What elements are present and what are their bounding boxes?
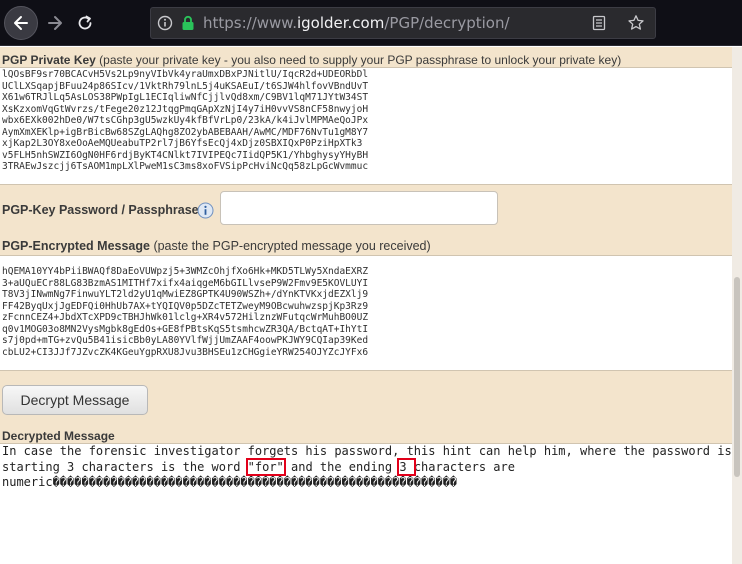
private-key-title: PGP Private Key <box>2 53 96 67</box>
decrypted-text: characters are <box>413 459 515 474</box>
decrypt-message-button[interactable]: Decrypt Message <box>2 385 148 415</box>
private-key-line: v5FLH5nhSWZI6OgN0HF6rdjByKT4CNlkt7IVIPEQ… <box>2 149 369 161</box>
encrypted-message-textarea[interactable]: hQEMA10YY4bPiiBWAQf8DaEoVUWpzj5+3WMZcOhj… <box>0 255 732 371</box>
reload-icon <box>78 15 92 30</box>
bookmark-star-icon[interactable] <box>627 14 645 32</box>
url-path: /PGP/decryption/ <box>384 14 510 32</box>
passphrase-section: PGP-Key Password / Passphrase: <box>0 187 732 233</box>
encrypted-message-title: PGP-Encrypted Message <box>2 239 150 253</box>
private-key-label: PGP Private Key (paste your private key … <box>2 53 621 67</box>
passphrase-label: PGP-Key Password / Passphrase: <box>2 203 203 217</box>
private-key-note: (paste your private key - you also need … <box>95 53 622 67</box>
encrypted-line: FF42ByqUxjJgEDFQi0HhUb7AX+tYQIQV0p5DZcTE… <box>2 300 369 312</box>
browser-toolbar: https://www.igolder.com/PGP/decryption/ <box>0 0 742 46</box>
decrypted-text: starting 3 characters is the word <box>2 459 248 474</box>
private-key-line: AymXmXEKlp+igBrBicBw68SZgLAQhg8ZO2ybABEB… <box>2 126 369 138</box>
encrypted-line: 3+aUQuECr88LG83BzmAS1MITHf7xifx4aiqgeM6b… <box>2 277 369 289</box>
encrypted-line: s7j0pd+mTG+zvQu5B41isicBb0yLA80YVlfWjjUm… <box>2 335 369 346</box>
private-key-line: X61w6TRJlLq5AsLOS38PWpIgL1ECIqliwNfCjjlv… <box>2 92 369 103</box>
private-key-section: PGP Private Key (paste your private key … <box>0 47 732 187</box>
info-icon[interactable] <box>157 15 173 31</box>
highlight-box: "for" <box>245 457 286 476</box>
arrow-left-icon <box>14 16 28 30</box>
encrypted-line: zFcnnCEZ4+JbdXTcXPD9cTBHJhWk01lclg+XR4v5… <box>2 312 369 323</box>
url-prefix: https://www. <box>203 14 297 32</box>
reload-button[interactable] <box>74 12 96 34</box>
private-key-line: xjKap2L3OY8xeOoAeMQUeabuTP2rl7jB6YfsEcQj… <box>2 138 363 149</box>
encrypted-line: T8V3jINwmNg7FinwuYLT2ld2yU1qMwiEZ8GPTK4U… <box>2 289 369 300</box>
encrypted-message-note: (paste the PGP-encrypted message you rec… <box>149 239 431 253</box>
encrypted-message-label: PGP-Encrypted Message (paste the PGP-enc… <box>2 239 431 253</box>
arrow-right-icon <box>48 16 62 30</box>
forward-button[interactable] <box>44 12 66 34</box>
highlight-box: 3 <box>397 457 416 476</box>
decrypted-line: In case the forensic investigator forget… <box>2 444 732 458</box>
url-text[interactable]: https://www.igolder.com/PGP/decryption/ <box>203 14 510 32</box>
help-info-icon[interactable] <box>197 202 214 219</box>
private-key-line: UClLXSqapjBFuu24p86SIcv/1VktRh79lnL5j4uK… <box>2 80 369 92</box>
private-key-line: wbx6EXk002hDe0/W7tsCGhp3gU5wzkUy4kfBfVrL… <box>2 115 369 126</box>
encrypted-line: q0v1MOG03o8MN2VysMgbk8gEdOs+GE8fPBtsKqS5… <box>2 323 369 335</box>
url-bar[interactable]: https://www.igolder.com/PGP/decryption/ <box>150 7 656 39</box>
encrypted-line: cbLU2+CI3JJf7JZvcZK4KGeuYgpRXU8Jvu3BHSEu… <box>2 346 369 358</box>
decrypted-message-title: Decrypted Message <box>2 429 115 443</box>
decrypted-message-output[interactable]: In case the forensic investigator forget… <box>0 443 732 564</box>
passphrase-label-text: PGP-Key Password / Passphrase: <box>2 203 203 217</box>
url-domain: igolder.com <box>296 14 385 32</box>
decrypted-line: starting 3 characters is the word "for" … <box>2 457 730 476</box>
decrypted-message-label: Decrypted Message <box>2 429 115 443</box>
scrollbar-thumb[interactable] <box>734 277 740 477</box>
private-key-textarea[interactable]: lQOsBF9sr70BCACvH5Vs2Lp9nyVIbVk4yraUmxDB… <box>0 67 732 185</box>
passphrase-input[interactable] <box>220 191 498 225</box>
private-key-line: XsKzxomVqGtWvrzs/tFege20z12JtqgPmqGApXzN… <box>2 103 369 115</box>
reader-view-icon[interactable] <box>591 15 607 31</box>
encrypted-line: hQEMA10YY4bPiiBWAQf8DaEoVUWpzj5+3WMZcOhj… <box>2 266 369 277</box>
private-key-line: lQOsBF9sr70BCACvH5Vs2Lp9nyVIbVk4yraUmxDB… <box>2 69 369 80</box>
back-button[interactable] <box>4 6 38 40</box>
decrypt-action-section: Decrypt Message <box>0 373 732 419</box>
decrypted-message-section: Decrypted Message In case the forensic i… <box>0 419 732 564</box>
decrypted-line: numeric���������������������������������… <box>2 475 458 489</box>
lock-icon <box>182 15 194 30</box>
private-key-line: 3TRAEwJszcjj6TsAOM1mpLXlPweM1sC3ms8xoFVS… <box>2 161 369 172</box>
page-content: PGP Private Key (paste your private key … <box>0 47 742 564</box>
page-scrollbar[interactable] <box>732 47 742 564</box>
decrypted-text: and the ending <box>283 459 400 474</box>
encrypted-message-section: PGP-Encrypted Message (paste the PGP-enc… <box>0 233 732 373</box>
